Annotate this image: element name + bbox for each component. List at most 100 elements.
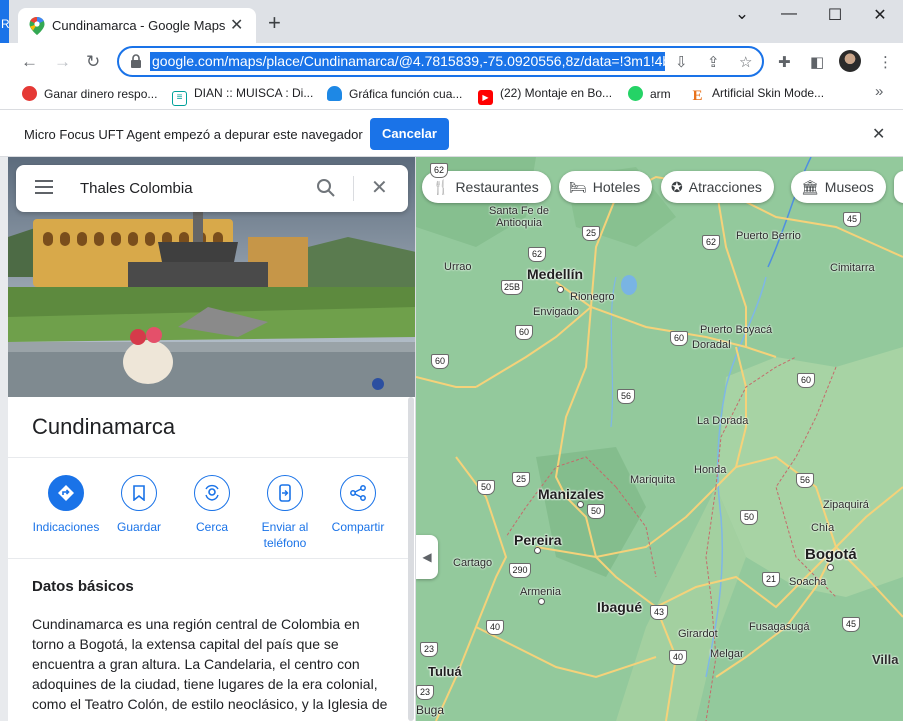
share-button[interactable]: Compartir bbox=[320, 475, 396, 535]
divider bbox=[8, 558, 412, 559]
browser-tab[interactable]: Cundinamarca - Google Maps ✕ bbox=[18, 8, 256, 43]
bookmark-item[interactable]: Ganar dinero respo... bbox=[22, 86, 157, 101]
route-shield: 62 bbox=[702, 235, 720, 250]
route-shield: 25 bbox=[582, 226, 600, 241]
town-label: Armenia bbox=[520, 586, 561, 598]
place-title: Cundinamarca bbox=[32, 414, 176, 439]
save-button[interactable]: Guardar bbox=[101, 475, 177, 535]
city-marker bbox=[827, 564, 834, 571]
city-label: Ibagué bbox=[597, 599, 643, 615]
route-shield: 60 bbox=[670, 331, 688, 346]
bookmarks-overflow-icon[interactable]: » bbox=[875, 83, 883, 100]
route-shield: 43 bbox=[650, 605, 668, 620]
place-description: Cundinamarca es una región central de Co… bbox=[32, 616, 388, 712]
map-canvas[interactable]: 🍴 Restaurantes 🛏 Hoteles ✪ Atracciones 🏛 Mus… bbox=[416, 157, 903, 721]
bookmark-star-icon[interactable]: ☆ bbox=[739, 53, 752, 71]
profile-avatar[interactable] bbox=[839, 50, 861, 72]
minimize-button[interactable]: — bbox=[774, 5, 804, 23]
bookmark-item[interactable]: arm bbox=[628, 86, 671, 101]
route-shield: 60 bbox=[515, 325, 533, 340]
reload-icon[interactable]: ↻ bbox=[86, 52, 100, 72]
town-label: Cartago bbox=[453, 557, 493, 569]
install-app-icon[interactable]: ⇩ bbox=[675, 53, 688, 71]
town-label: Chía bbox=[811, 522, 835, 534]
send-to-phone-button[interactable]: Enviar al teléfono bbox=[247, 475, 323, 551]
bookmark-item[interactable]: ▶ (22) Montaje en Bo... bbox=[478, 86, 612, 105]
city-label: Manizales bbox=[538, 486, 605, 502]
section-title: Datos básicos bbox=[32, 578, 134, 595]
map-terrain bbox=[416, 157, 903, 721]
city-label: Pereira bbox=[514, 532, 562, 548]
place-panel: Thales Colombia ✕ Cundinamarca Indicacio… bbox=[8, 157, 416, 721]
tab-title: Cundinamarca - Google Maps bbox=[52, 18, 226, 33]
directions-button[interactable]: Indicaciones bbox=[28, 475, 104, 535]
panel-scrollbar[interactable] bbox=[408, 397, 414, 721]
back-icon[interactable]: ← bbox=[21, 52, 38, 72]
hotel-icon: 🛏 bbox=[569, 179, 587, 195]
url-text[interactable]: google.com/maps/place/Cundinamarca/@4.78… bbox=[150, 52, 665, 71]
new-tab-button[interactable]: + bbox=[268, 12, 281, 34]
whatsapp-icon bbox=[628, 86, 643, 101]
chip-museums[interactable]: 🏛 Museos bbox=[791, 171, 886, 203]
route-shield: 23 bbox=[420, 642, 438, 657]
chip-hotels[interactable]: 🛏 Hoteles bbox=[559, 171, 653, 203]
extensions-icon[interactable]: ✚ bbox=[778, 53, 791, 71]
town-label: Santa Fe de Antioquia bbox=[489, 205, 549, 229]
town-label: Zipaquirá bbox=[823, 499, 869, 511]
route-shield: 25 bbox=[512, 472, 530, 487]
tab-search-button[interactable]: ⌄ bbox=[727, 4, 757, 24]
attractions-icon: ✪ bbox=[671, 179, 683, 195]
close-window-button[interactable]: ✕ bbox=[865, 5, 895, 25]
city-marker bbox=[557, 286, 564, 293]
maximize-button[interactable]: ☐ bbox=[820, 5, 850, 25]
route-shield: 23 bbox=[416, 685, 434, 700]
tab-close-icon[interactable]: ✕ bbox=[230, 15, 243, 35]
e-logo-icon: E bbox=[690, 89, 705, 104]
lock-icon[interactable] bbox=[129, 54, 143, 68]
place-photo[interactable]: Thales Colombia ✕ bbox=[8, 157, 415, 397]
divider bbox=[8, 457, 412, 458]
town-label: Rionegro bbox=[570, 291, 615, 303]
address-bar[interactable]: google.com/maps/place/Cundinamarca/@4.78… bbox=[117, 46, 764, 77]
forward-icon[interactable]: → bbox=[54, 52, 71, 72]
nearby-button[interactable]: Cerca bbox=[174, 475, 250, 535]
town-label: La Dorada bbox=[697, 415, 749, 427]
town-label: Melgar bbox=[710, 648, 744, 660]
cloud-icon bbox=[327, 86, 342, 101]
route-shield: 290 bbox=[509, 563, 531, 578]
chrome-menu-icon[interactable]: ⋮ bbox=[878, 53, 893, 71]
search-icon[interactable] bbox=[316, 178, 336, 198]
route-shield: 50 bbox=[587, 504, 605, 519]
nearby-icon bbox=[194, 475, 230, 511]
city-label: Bogotá bbox=[805, 546, 857, 563]
bookmark-item[interactable]: Gráfica función cua... bbox=[327, 86, 462, 101]
collapse-panel-button[interactable]: ◀ bbox=[416, 535, 438, 579]
search-input[interactable]: Thales Colombia bbox=[80, 180, 193, 197]
route-shield: 40 bbox=[486, 620, 504, 635]
side-panel-icon[interactable]: ◧ bbox=[810, 53, 824, 71]
route-shield: 62 bbox=[528, 247, 546, 262]
town-label: Cimitarra bbox=[830, 262, 875, 274]
menu-icon[interactable] bbox=[35, 180, 53, 194]
cancel-button[interactable]: Cancelar bbox=[370, 118, 449, 150]
route-shield: 25B bbox=[501, 280, 523, 295]
google-maps-favicon-icon bbox=[29, 17, 45, 35]
city-label: Tuluá bbox=[428, 664, 462, 679]
town-label: Buga bbox=[416, 703, 445, 717]
route-shield: 60 bbox=[431, 354, 449, 369]
other-window-edge: R bbox=[0, 0, 9, 43]
city-marker bbox=[538, 598, 545, 605]
town-label: Villa bbox=[872, 652, 899, 667]
tab-strip: R Cundinamarca - Google Maps ✕ + ⌄ — ☐ ✕ bbox=[0, 0, 903, 43]
infobar-close-icon[interactable]: ✕ bbox=[872, 124, 885, 144]
clear-search-icon[interactable]: ✕ bbox=[371, 178, 388, 198]
share-page-icon[interactable]: ⇪ bbox=[707, 53, 720, 71]
chip-more[interactable] bbox=[894, 171, 903, 203]
search-box[interactable]: Thales Colombia ✕ bbox=[16, 165, 408, 212]
town-label: Soacha bbox=[789, 576, 827, 588]
chip-attractions[interactable]: ✪ Atracciones bbox=[661, 171, 774, 203]
bookmark-item[interactable]: ≡ DIAN :: MUISCA : Di... bbox=[172, 86, 313, 106]
route-shield: 56 bbox=[796, 473, 814, 488]
bookmark-item[interactable]: E Artificial Skin Mode... bbox=[690, 86, 824, 104]
route-shield: 45 bbox=[842, 617, 860, 632]
